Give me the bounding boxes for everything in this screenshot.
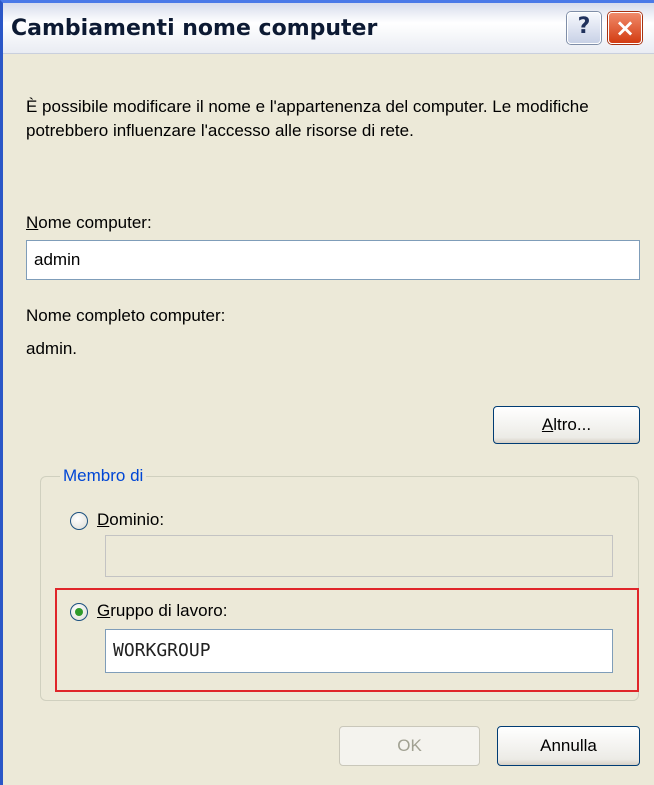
window-title: Cambiamenti nome computer (11, 16, 378, 41)
computer-name-label: Nome computer: (26, 213, 152, 232)
radio-selected-dot (75, 608, 83, 616)
dialog-window: Cambiamenti nome computer ? × È possibil… (0, 0, 654, 785)
ok-button[interactable]: OK (339, 726, 480, 766)
domain-input[interactable] (105, 535, 613, 577)
close-icon: × (614, 14, 636, 42)
workgroup-input[interactable]: WORKGROUP (105, 629, 613, 673)
close-button[interactable]: × (608, 12, 642, 44)
workgroup-label: Gruppo di lavoro: (97, 601, 228, 620)
computer-name-input[interactable]: admin (26, 240, 640, 280)
cancel-button[interactable]: Annulla (497, 726, 640, 766)
help-icon: ? (577, 14, 591, 39)
member-of-legend: Membro di (60, 466, 147, 486)
full-name-value: admin. (26, 339, 78, 358)
help-button[interactable]: ? (567, 12, 601, 44)
more-button[interactable]: Altro... (493, 406, 640, 444)
title-bar[interactable]: Cambiamenti nome computer ? × (3, 3, 654, 54)
workgroup-radio[interactable] (70, 603, 88, 621)
description-text: È possibile modificare il nome e l'appar… (26, 97, 589, 140)
domain-label: Dominio: (97, 510, 165, 529)
domain-radio[interactable] (70, 512, 88, 530)
full-name-label: Nome completo computer: (26, 306, 226, 325)
